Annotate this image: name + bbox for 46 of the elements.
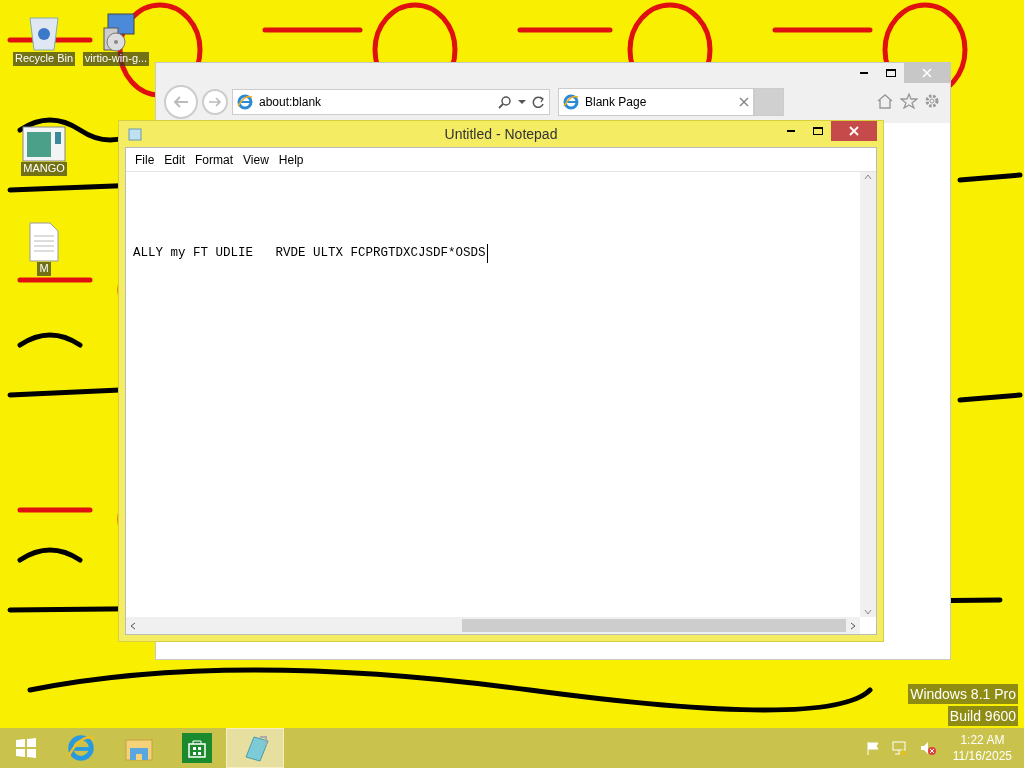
- home-icon[interactable]: [876, 93, 894, 109]
- desktop-icon-label[interactable]: Recycle Bin: [12, 52, 76, 66]
- menu-item[interactable]: Help: [273, 150, 309, 169]
- close-icon: [849, 126, 859, 136]
- notepad-icon: [128, 127, 142, 141]
- close-tab-icon[interactable]: [739, 97, 749, 107]
- forward-button[interactable]: [202, 89, 228, 115]
- window-title: Untitled - Notepad: [444, 124, 558, 144]
- flag-icon[interactable]: [864, 740, 881, 756]
- horizontal-scrollbar[interactable]: [126, 617, 860, 634]
- network-icon[interactable]: [890, 740, 909, 756]
- scroll-left-icon[interactable]: [130, 621, 136, 630]
- back-arrow-icon: [172, 95, 190, 109]
- menu-item[interactable]: View: [238, 150, 274, 169]
- desktop-icon-label[interactable]: M: [37, 262, 51, 276]
- text-content: ALLY my FT UDLIE RVDE ULTX FCPRGTDXCJSDF*OSDS: [133, 244, 488, 263]
- menu-item[interactable]: Format: [190, 150, 239, 169]
- scroll-down-icon[interactable]: [864, 609, 872, 615]
- settings-icon[interactable]: [924, 93, 940, 109]
- windows-logo-icon: [15, 737, 37, 759]
- notepad-taskbar-icon[interactable]: [226, 728, 284, 768]
- search-icon[interactable]: [498, 95, 512, 109]
- close-icon: [922, 68, 932, 78]
- vertical-scrollbar[interactable]: [860, 172, 876, 617]
- browser-tab[interactable]: Blank Page: [558, 88, 754, 116]
- desktop-icon-label[interactable]: MANGO: [21, 162, 67, 176]
- ie-logo-icon: [237, 94, 253, 110]
- ie-logo-icon: [563, 94, 579, 110]
- scroll-right-icon[interactable]: [850, 621, 856, 630]
- address-bar[interactable]: about:blank: [232, 89, 550, 115]
- desktop-icon-label[interactable]: virtio-win-g...: [82, 52, 150, 66]
- scroll-up-icon[interactable]: [864, 174, 872, 180]
- speaker-muted-icon[interactable]: [918, 740, 937, 756]
- dropdown-icon[interactable]: [518, 99, 526, 105]
- back-button[interactable]: [164, 85, 198, 119]
- menu-item[interactable]: File: [130, 150, 160, 169]
- tab-title: Blank Page: [585, 94, 648, 111]
- text-area[interactable]: ALLY my FT UDLIE RVDE ULTX FCPRGTDXCJSDF*OSDS: [126, 172, 860, 617]
- edition-text: Windows 8.1 Pro: [908, 684, 1018, 704]
- edition-text: Build 9600: [947, 706, 1018, 726]
- address-text: about:blank: [259, 94, 323, 111]
- menu-item[interactable]: Edit: [159, 150, 191, 169]
- close-button[interactable]: [831, 121, 877, 141]
- favorites-star-icon[interactable]: [900, 93, 918, 109]
- refresh-icon[interactable]: [532, 95, 545, 109]
- forward-arrow-icon: [208, 96, 222, 108]
